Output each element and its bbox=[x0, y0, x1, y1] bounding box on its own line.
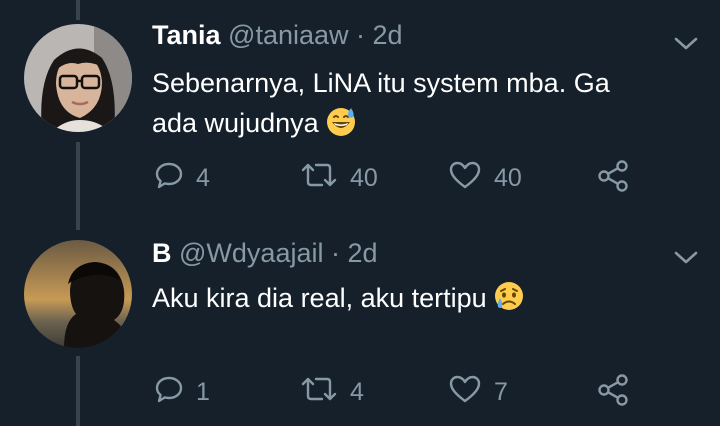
avatar-image bbox=[24, 240, 132, 348]
display-name[interactable]: Tania bbox=[152, 20, 221, 50]
like-count: 7 bbox=[494, 378, 508, 406]
thread-line-middle bbox=[76, 142, 80, 230]
thread-line-top bbox=[76, 0, 80, 20]
retweet-count: 40 bbox=[350, 164, 378, 192]
tweet-text-line: ada wujudnya bbox=[152, 108, 319, 138]
reply-icon bbox=[154, 374, 184, 411]
tweet-text-line: Aku kira dia real, aku tertipu bbox=[152, 283, 487, 313]
retweet-button[interactable]: 40 bbox=[300, 160, 378, 197]
display-name[interactable]: B bbox=[152, 238, 172, 268]
tweet-text-line: Sebenarnya, LiNA itu system mba. Ga bbox=[152, 68, 610, 98]
grinning-sweat-emoji bbox=[325, 105, 357, 137]
retweet-count: 4 bbox=[350, 378, 364, 406]
retweet-button[interactable]: 4 bbox=[300, 374, 364, 411]
avatar[interactable] bbox=[24, 24, 132, 132]
reply-count: 1 bbox=[196, 378, 210, 406]
share-button[interactable] bbox=[596, 374, 630, 413]
tweet-header: B @Wdyaajail · 2d bbox=[152, 238, 378, 269]
chevron-down-icon[interactable] bbox=[673, 250, 699, 266]
reply-count: 4 bbox=[196, 164, 210, 192]
retweet-icon bbox=[300, 374, 338, 411]
chevron-down-icon[interactable] bbox=[673, 36, 699, 52]
like-icon bbox=[448, 160, 482, 197]
timestamp[interactable]: · 2d bbox=[349, 20, 403, 50]
like-button[interactable]: 40 bbox=[448, 160, 522, 197]
avatar-image bbox=[24, 24, 132, 132]
like-icon bbox=[448, 374, 482, 411]
user-handle[interactable]: @Wdyaajail bbox=[179, 238, 323, 268]
reply-button[interactable]: 4 bbox=[154, 160, 210, 197]
retweet-icon bbox=[300, 160, 338, 197]
user-handle[interactable]: @taniaaw bbox=[228, 20, 348, 50]
sad-tear-emoji bbox=[493, 280, 525, 312]
thread-line-bottom bbox=[76, 356, 80, 426]
share-icon bbox=[596, 160, 630, 199]
avatar[interactable] bbox=[24, 240, 132, 348]
like-count: 40 bbox=[494, 164, 522, 192]
timestamp[interactable]: · 2d bbox=[323, 238, 378, 268]
tweet-text: Aku kira dia real, aku tertipu bbox=[152, 278, 525, 318]
like-button[interactable]: 7 bbox=[448, 374, 508, 411]
tweet-text: Sebenarnya, LiNA itu system mba. Ga ada … bbox=[152, 63, 610, 143]
reply-button[interactable]: 1 bbox=[154, 374, 210, 411]
reply-icon bbox=[154, 160, 184, 197]
share-icon bbox=[596, 374, 630, 413]
tweet-header: Tania @taniaaw · 2d bbox=[152, 20, 403, 51]
share-button[interactable] bbox=[596, 160, 630, 199]
